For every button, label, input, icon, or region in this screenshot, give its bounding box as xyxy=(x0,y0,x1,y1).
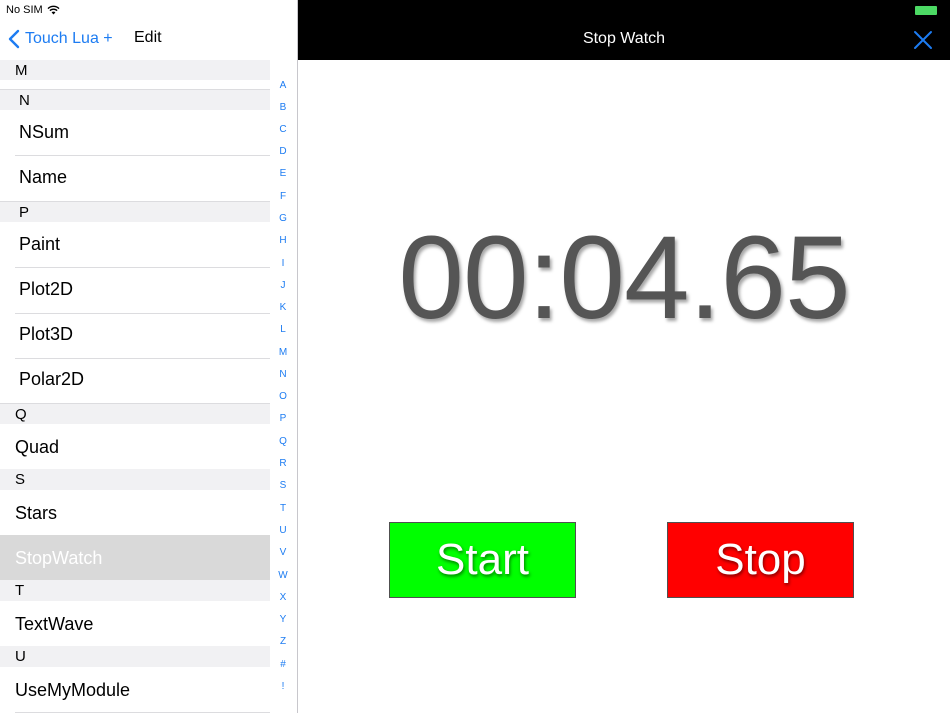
index-letter[interactable]: X xyxy=(271,592,295,603)
index-letter[interactable]: F xyxy=(271,191,295,202)
index-letter[interactable]: O xyxy=(271,391,295,402)
index-letter[interactable]: L xyxy=(271,324,295,335)
index-letter[interactable]: E xyxy=(271,168,295,179)
detail-title: Stop Watch xyxy=(582,30,666,47)
section-header-q: Q xyxy=(0,404,270,424)
edit-button[interactable]: Edit xyxy=(134,29,162,47)
section-header-n: N xyxy=(0,90,270,110)
index-letter[interactable]: # xyxy=(271,659,295,670)
section-header-label: N xyxy=(19,92,30,109)
list-item-label: Paint xyxy=(19,234,61,254)
list-item-stopwatch[interactable]: StopWatch xyxy=(0,535,270,580)
status-bar: No SIM xyxy=(6,3,60,17)
chevron-left-icon xyxy=(8,29,20,49)
index-letter[interactable]: W xyxy=(271,570,295,581)
index-letter[interactable]: A xyxy=(271,80,295,91)
index-letter[interactable]: ! xyxy=(271,681,295,692)
section-header-u: U xyxy=(0,646,270,667)
list-item-paint[interactable]: Paint xyxy=(0,222,270,267)
module-list: M N NSum Name P Paint Plot2D Plot3D Pola… xyxy=(0,60,270,713)
index-letter[interactable]: S xyxy=(271,480,295,491)
index-letter[interactable]: N xyxy=(271,369,295,380)
list-item-label: NSum xyxy=(19,122,70,142)
index-letter[interactable]: C xyxy=(271,124,295,135)
index-letter[interactable]: M xyxy=(271,347,295,358)
list-item-label: Name xyxy=(19,167,68,187)
section-header-label: T xyxy=(15,582,25,599)
back-button-label: Touch Lua + xyxy=(25,30,113,47)
section-header-t: T xyxy=(0,580,270,601)
section-header-m: M xyxy=(0,60,270,80)
list-item-nsum[interactable]: NSum xyxy=(0,110,270,155)
detail-nav-bar: Stop Watch xyxy=(298,0,950,60)
section-header-label: Q xyxy=(15,406,27,423)
index-letter[interactable]: T xyxy=(271,503,295,514)
list-item-stars[interactable]: Stars xyxy=(0,490,270,535)
index-letter[interactable]: Z xyxy=(271,636,295,647)
list-item-textwave[interactable]: TextWave xyxy=(0,601,270,646)
back-button[interactable]: Touch Lua + xyxy=(8,28,113,50)
index-letter[interactable]: V xyxy=(271,547,295,558)
stop-button-label: Stop xyxy=(715,535,806,584)
start-button[interactable]: Start xyxy=(389,522,576,598)
wifi-icon xyxy=(47,5,60,15)
index-letter[interactable]: D xyxy=(271,146,295,157)
section-header-label: U xyxy=(15,648,26,665)
stop-button[interactable]: Stop xyxy=(667,522,854,598)
list-item-label: UseMyModule xyxy=(15,680,131,700)
list-item-label: Polar2D xyxy=(19,369,85,389)
master-pane: No SIM Touch Lua + Edit M N NSum Name P … xyxy=(0,0,297,713)
list-item-label: Plot3D xyxy=(19,324,74,344)
index-letter[interactable]: B xyxy=(271,102,295,113)
list-item-usemymodule[interactable]: UseMyModule xyxy=(0,667,270,712)
list-item-plot3d[interactable]: Plot3D xyxy=(0,314,270,359)
index-letter[interactable]: Y xyxy=(271,614,295,625)
master-nav-bar: Touch Lua + Edit xyxy=(0,20,297,60)
index-letter[interactable]: R xyxy=(271,458,295,469)
section-header-label: S xyxy=(15,471,26,488)
detail-pane: Stop Watch 00:04.65 Start Stop xyxy=(298,0,950,713)
list-item-label: TextWave xyxy=(15,614,94,634)
section-header-label: M xyxy=(15,62,28,79)
list-item-label: Plot2D xyxy=(19,279,74,299)
index-letter[interactable]: Q xyxy=(271,436,295,447)
list-item-label: Quad xyxy=(15,437,60,457)
section-header-s: S xyxy=(0,469,270,490)
list-item-label: Stars xyxy=(15,503,58,523)
index-letter[interactable]: G xyxy=(271,213,295,224)
list-item-polar2d[interactable]: Polar2D xyxy=(0,359,270,403)
list-item-quad[interactable]: Quad xyxy=(0,424,270,469)
section-header-p: P xyxy=(0,202,270,222)
index-letter[interactable]: J xyxy=(271,280,295,291)
index-letter[interactable]: P xyxy=(271,413,295,424)
index-letter[interactable]: H xyxy=(271,235,295,246)
start-button-label: Start xyxy=(436,535,529,584)
section-index[interactable]: A B C D E F G H I J K L M N O P Q R S T … xyxy=(271,74,295,704)
index-letter[interactable]: I xyxy=(271,258,295,269)
carrier-label: No SIM xyxy=(6,4,43,16)
index-letter[interactable]: K xyxy=(271,302,295,313)
battery-icon xyxy=(915,6,937,15)
list-item-name[interactable]: Name xyxy=(0,156,270,201)
timer-display: 00:04.65 xyxy=(398,212,850,344)
list-item-label: StopWatch xyxy=(15,548,103,568)
section-header-label: P xyxy=(19,204,30,221)
close-icon[interactable] xyxy=(912,29,934,51)
index-letter[interactable]: U xyxy=(271,525,295,536)
list-item-plot2d[interactable]: Plot2D xyxy=(0,268,270,313)
